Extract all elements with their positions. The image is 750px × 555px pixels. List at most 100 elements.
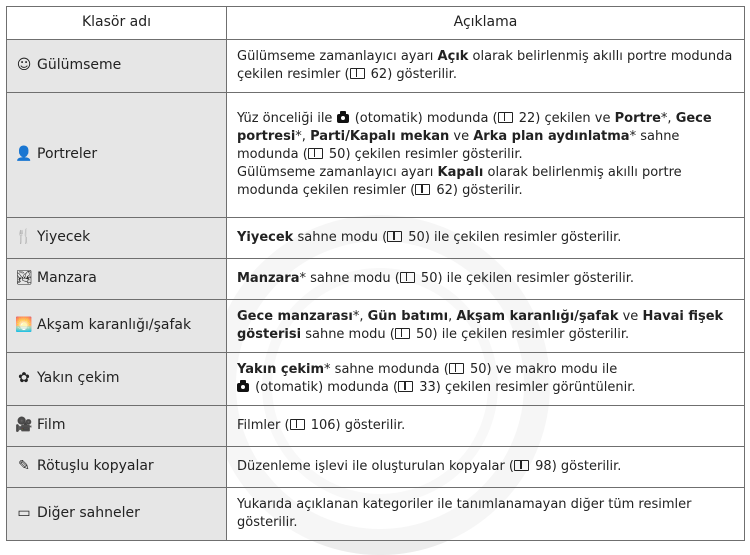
description-text: ve [449, 129, 474, 145]
folder-name-cell: 🍴 Yiyecek [6, 217, 227, 259]
page-reference-icon [349, 68, 365, 79]
camera-auto-mode-icon [336, 111, 349, 124]
description-cell: Filmler ( 106) gösterilir. [226, 405, 745, 447]
folder-name-cell: ☺ Gülümseme [6, 39, 227, 93]
column-header-description: Açıklama [226, 6, 745, 40]
table-row: 🌅 Akşam karanlığı/şafak Gece manzarası*, … [6, 299, 745, 353]
folder-name: Rötuşlu kopyalar [37, 458, 154, 475]
food-icon: 🍴 [15, 229, 33, 246]
description-text: 62) gösterilir. [366, 67, 457, 82]
page-reference-icon [415, 183, 431, 195]
table-row: 🏞 Manzara Manzara* sahne modu ( 50) ile ç… [6, 258, 745, 300]
smile-timer-icon: ☺ [16, 57, 32, 74]
description-text: * sahne modu ( [299, 271, 400, 287]
portrait-icon: 👤 [15, 146, 33, 163]
description-text: 50) çekilen resimler gösterilir. [324, 147, 523, 163]
table-row: 🎥 Film Filmler ( 106) gösterilir. [6, 405, 745, 447]
bold-term: Arka plan aydınlatma [473, 129, 630, 145]
description-text: Gülümseme zamanlayıcı ayarı [237, 164, 438, 180]
description-text: (otomatik) modunda ( [251, 380, 399, 395]
description-cell: Düzenleme işlevi ile oluşturulan kopyala… [226, 446, 745, 488]
description-cell: Yakın çekim* sahne modunda ( 50) ve makr… [226, 352, 745, 406]
description-text: 98) gösterilir. [531, 459, 622, 475]
folder-name-cell: ✿ Yakın çekim [6, 352, 227, 406]
description-text: *, [352, 309, 368, 325]
page-reference-icon [307, 148, 323, 160]
folder-name: Gülümseme [37, 57, 122, 74]
description-text: Gülümseme zamanlayıcı ayarı [237, 49, 438, 65]
bold-term: Yiyecek [237, 230, 294, 246]
description-text: 33) çekilen resimler görüntülenir. [415, 380, 636, 395]
description-text: 62) gösterilir. [432, 182, 523, 198]
table-row: ▭ Diğer sahneler Yukarıda açıklanan kateg… [6, 487, 745, 541]
description-cell: Yukarıda açıklanan kategoriler ile tanım… [226, 487, 745, 541]
description-text: 22) çekilen ve [514, 111, 615, 127]
description-cell: Manzara* sahne modu ( 50) ile çekilen re… [226, 258, 745, 300]
other-scenes-icon: ▭ [17, 505, 31, 522]
bold-term: Yakın çekim [237, 362, 325, 378]
description-text: Yüz önceliği ile [237, 111, 337, 127]
table-row: ☺ Gülümseme Gülümseme zamanlayıcı ayarı A… [6, 39, 745, 93]
folder-name-cell: 👤 Portreler [6, 92, 227, 218]
description-text: *, [295, 129, 311, 145]
retouch-icon: ✎ [18, 458, 30, 475]
description-cell: Yiyecek sahne modu ( 50) ile çekilen res… [226, 217, 745, 259]
folder-name: Akşam karanlığı/şafak [37, 317, 192, 334]
description-text: 106) gösterilir. [306, 418, 406, 434]
page-reference-icon [289, 419, 305, 431]
page-reference-icon [514, 460, 530, 472]
description-text: sahne modu ( [293, 230, 388, 246]
column-header-folder-name: Klasör adı [6, 6, 227, 40]
dusk-dawn-icon: 🌅 [15, 317, 33, 334]
camera-auto-mode-icon [237, 380, 249, 392]
folder-name-cell: 🎥 Film [6, 405, 227, 447]
bold-term: Kapalı [437, 164, 484, 180]
page-reference-icon [387, 231, 403, 243]
album-folder-table: Klasör adı Açıklama ☺ Gülümseme Gülümseme… [6, 6, 745, 541]
description-cell: Yüz önceliği ile (otomatik) modunda ( 22… [226, 92, 745, 218]
page-reference-icon [497, 112, 513, 124]
landscape-icon: 🏞 [15, 270, 33, 287]
folder-name: Yiyecek [37, 229, 91, 246]
folder-name-cell: ▭ Diğer sahneler [6, 487, 227, 541]
bold-term: Gün batımı [367, 309, 449, 325]
description-cell: Gece manzarası*, Gün batımı, Akşam karan… [226, 299, 745, 353]
folder-name-cell: 🏞 Manzara [6, 258, 227, 300]
description-text: Filmler ( [237, 418, 290, 434]
description-cell: Gülümseme zamanlayıcı ayarı Açık olarak … [226, 39, 745, 93]
table-row: ✿ Yakın çekim Yakın çekim* sahne modunda … [6, 352, 745, 406]
page-reference-icon [399, 272, 415, 284]
description-text: * sahne modunda ( [324, 362, 449, 378]
folder-name: Diğer sahneler [37, 505, 140, 522]
movie-icon: 🎥 [15, 417, 33, 434]
table-row: 👤 Portreler Yüz önceliği ile (otomatik) m… [6, 92, 745, 218]
folder-name: Yakın çekim [37, 370, 120, 387]
description-text: 50) ile çekilen resimler gösterilir. [411, 327, 630, 342]
description-text: ve [618, 309, 643, 325]
close-up-icon: ✿ [18, 370, 30, 387]
description-text: Düzenleme işlevi ile oluşturulan kopyala… [237, 459, 515, 475]
table-header-row: Klasör adı Açıklama [6, 6, 745, 40]
folder-name-cell: 🌅 Akşam karanlığı/şafak [6, 299, 227, 353]
description-text: sahne modu ( [301, 327, 395, 342]
page-reference-icon [394, 328, 410, 339]
bold-term: Manzara [237, 271, 300, 287]
folder-name-cell: ✎ Rötuşlu kopyalar [6, 446, 227, 488]
description-text: (otomatik) modunda ( [350, 111, 498, 127]
description-text: 50) ile çekilen resimler gösterilir. [416, 271, 635, 287]
folder-name: Portreler [37, 146, 98, 163]
bold-term: Açık [437, 49, 469, 65]
page-reference-icon [448, 363, 464, 375]
page-reference-icon [398, 381, 414, 392]
bold-term: Akşam karanlığı/şafak [456, 309, 619, 325]
description-text: 50) ve makro modu ile [465, 362, 618, 378]
bold-term: Gece manzarası [237, 309, 353, 325]
folder-name: Manzara [37, 270, 97, 287]
description-text: *, [660, 111, 676, 127]
bold-term: Portre [614, 111, 661, 127]
folder-name: Film [37, 417, 66, 434]
table-row: 🍴 Yiyecek Yiyecek sahne modu ( 50) ile çe… [6, 217, 745, 259]
bold-term: Parti/Kapalı mekan [310, 129, 450, 145]
description-text: Yukarıda açıklanan kategoriler ile tanım… [237, 497, 692, 530]
table-row: ✎ Rötuşlu kopyalar Düzenleme işlevi ile o… [6, 446, 745, 488]
